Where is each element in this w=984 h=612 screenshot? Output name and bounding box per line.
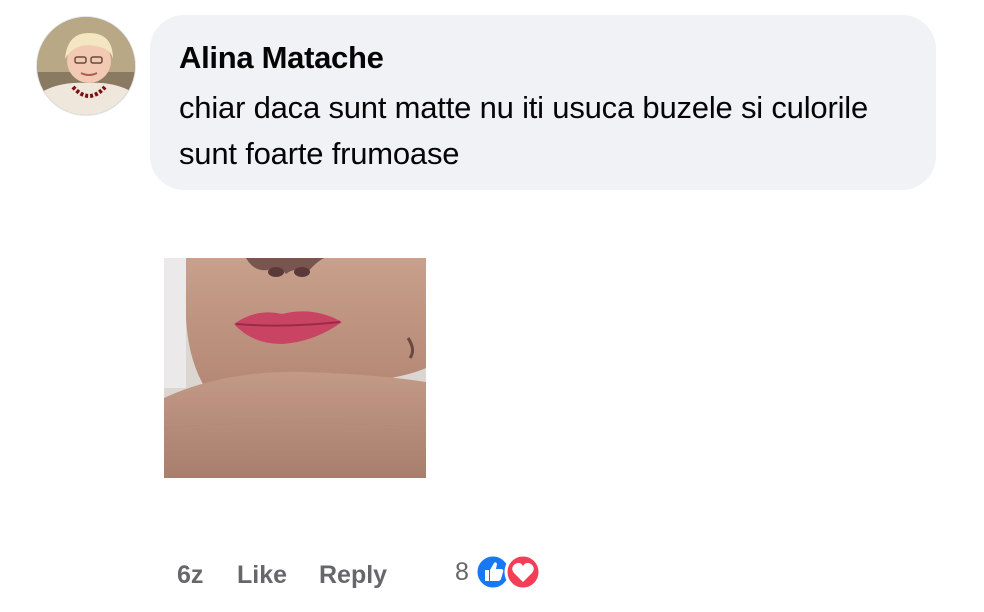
comment-photo-attachment[interactable] (164, 258, 426, 478)
love-icon (504, 553, 542, 591)
reply-button[interactable]: Reply (319, 558, 387, 592)
comment-author[interactable]: Alina Matache (179, 39, 906, 77)
comment-text: chiar daca sunt matte nu iti usuca buzel… (179, 90, 868, 171)
reaction-count: 8 (455, 558, 469, 586)
photo-lips-closeup-icon (164, 258, 426, 478)
avatar[interactable] (36, 16, 136, 116)
profile-photo-icon (37, 17, 135, 115)
reaction-icons (475, 553, 542, 591)
comment-bubble: Alina Matache chiar daca sunt matte nu i… (150, 15, 936, 190)
like-button[interactable]: Like (237, 558, 287, 592)
comment-timestamp[interactable]: 6z (177, 558, 203, 592)
